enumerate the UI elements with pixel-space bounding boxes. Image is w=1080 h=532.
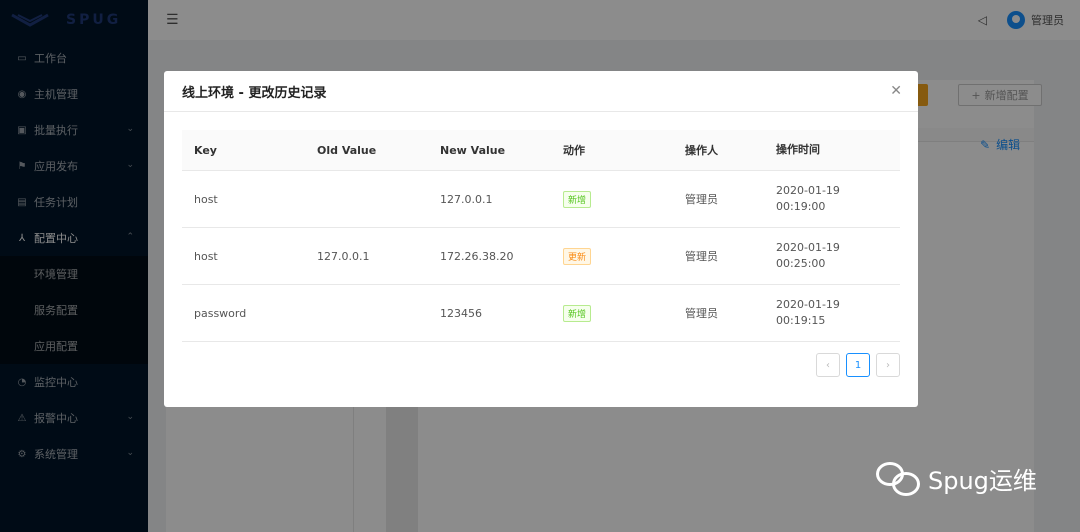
table-header: Key Old Value New Value 动作 操作人 操作时间 bbox=[182, 130, 900, 171]
history-modal: 线上环境 - 更改历史记录 ✕ Key Old Value New Value … bbox=[164, 71, 918, 407]
cell-operator: 管理员 bbox=[685, 193, 718, 206]
cell-date: 2020-01-19 bbox=[776, 241, 840, 254]
cell-action: 新增 bbox=[563, 304, 592, 322]
column-header-time: 操作时间 bbox=[776, 143, 820, 156]
history-table: Key Old Value New Value 动作 操作人 操作时间 host… bbox=[182, 130, 900, 342]
cell-date: 2020-01-19 bbox=[776, 298, 840, 311]
cell-time: 2020-01-19 00:25:00 bbox=[776, 240, 840, 272]
cell-action: 新增 bbox=[563, 190, 592, 208]
column-header-old-value: Old Value bbox=[317, 143, 377, 157]
cell-old-value: 127.0.0.1 bbox=[317, 249, 370, 263]
cell-clock: 00:19:00 bbox=[776, 200, 826, 213]
action-tag: 新增 bbox=[563, 190, 592, 208]
cell-key: host bbox=[194, 192, 218, 206]
column-header-new-value: New Value bbox=[440, 143, 506, 157]
cell-operator: 管理员 bbox=[685, 250, 718, 263]
column-header-key: Key bbox=[194, 143, 217, 157]
chevron-right-icon[interactable]: › bbox=[876, 353, 900, 377]
table-row: host 127.0.0.1 新增 管理员 2020-01-19 00:19:0… bbox=[182, 171, 900, 228]
watermark-text: Spug运维 bbox=[928, 466, 1037, 495]
watermark: Spug运维 bbox=[876, 458, 1037, 498]
chevron-left-icon[interactable]: ‹ bbox=[816, 353, 840, 377]
cell-new-value: 172.26.38.20 bbox=[440, 249, 514, 263]
cell-clock: 00:19:15 bbox=[776, 314, 826, 327]
cell-time: 2020-01-19 00:19:00 bbox=[776, 183, 840, 215]
cell-key: password bbox=[194, 306, 247, 320]
action-tag: 更新 bbox=[563, 247, 592, 265]
table-row: host 127.0.0.1 172.26.38.20 更新 管理员 2020-… bbox=[182, 228, 900, 285]
cell-key: host bbox=[194, 249, 218, 263]
cell-action: 更新 bbox=[563, 247, 592, 265]
table-row: password 123456 新增 管理员 2020-01-19 00:19:… bbox=[182, 285, 900, 342]
page-button[interactable]: 1 bbox=[846, 353, 870, 377]
action-tag: 新增 bbox=[563, 304, 592, 322]
modal-header: 线上环境 - 更改历史记录 bbox=[164, 71, 918, 112]
pagination: ‹ 1 › bbox=[816, 353, 900, 377]
column-header-action: 动作 bbox=[563, 144, 585, 157]
wechat-icon bbox=[876, 458, 922, 498]
cell-new-value: 123456 bbox=[440, 306, 482, 320]
cell-date: 2020-01-19 bbox=[776, 184, 840, 197]
cell-operator: 管理员 bbox=[685, 307, 718, 320]
modal-title: 线上环境 - 更改历史记录 bbox=[182, 85, 327, 101]
cell-time: 2020-01-19 00:19:15 bbox=[776, 297, 840, 329]
cell-new-value: 127.0.0.1 bbox=[440, 192, 493, 206]
column-header-operator: 操作人 bbox=[685, 144, 718, 157]
close-icon[interactable]: ✕ bbox=[890, 83, 902, 99]
cell-clock: 00:25:00 bbox=[776, 257, 826, 270]
